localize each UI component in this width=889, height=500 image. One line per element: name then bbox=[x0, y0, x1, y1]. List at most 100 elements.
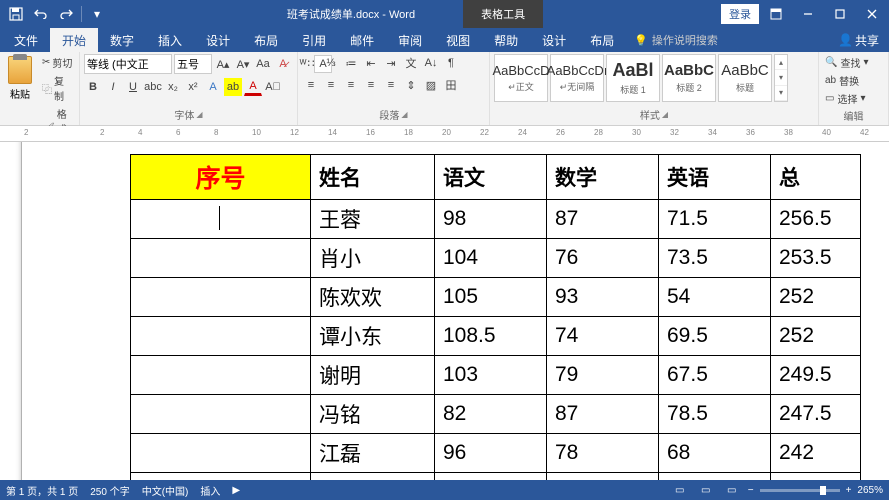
table-cell[interactable]: 陈欢欢 bbox=[311, 278, 435, 317]
customize-qat-icon[interactable]: ▾ bbox=[85, 2, 109, 26]
table-cell[interactable]: 69.5 bbox=[659, 317, 771, 356]
tab-help[interactable]: 帮助 bbox=[482, 28, 530, 52]
login-button[interactable]: 登录 bbox=[721, 4, 759, 24]
tab-file[interactable]: 文件 bbox=[2, 28, 50, 52]
zoom-slider[interactable] bbox=[760, 489, 840, 492]
zoom-level[interactable]: 265% bbox=[857, 485, 883, 496]
tab-table-layout[interactable]: 布局 bbox=[578, 28, 626, 52]
page[interactable]: 序号姓名语文数学英语总王蓉988771.5256.5肖小1047673.5253… bbox=[22, 142, 889, 480]
table-cell[interactable]: 96 bbox=[435, 434, 547, 473]
clear-format-icon[interactable]: A̷ bbox=[274, 55, 292, 73]
table-cell[interactable]: 79 bbox=[547, 356, 659, 395]
show-marks-icon[interactable]: ¶ bbox=[442, 54, 460, 72]
sort-icon[interactable]: A↓ bbox=[422, 54, 440, 72]
decrease-font-icon[interactable]: A▾ bbox=[234, 55, 252, 73]
table-cell[interactable]: 冯铭 bbox=[311, 395, 435, 434]
table-cell[interactable]: 98 bbox=[435, 200, 547, 239]
table-cell[interactable] bbox=[547, 473, 659, 481]
character-shading-icon[interactable]: A⃝ bbox=[264, 78, 282, 96]
table-cell[interactable]: 105 bbox=[435, 278, 547, 317]
table-cell[interactable]: 252 bbox=[771, 317, 861, 356]
tab-references[interactable]: 引用 bbox=[290, 28, 338, 52]
close-icon[interactable] bbox=[857, 2, 887, 26]
style-normal[interactable]: AaBbCcD↵正文 bbox=[494, 54, 548, 102]
distributed-icon[interactable]: ≡ bbox=[382, 76, 400, 94]
table-cell[interactable]: 78.5 bbox=[659, 395, 771, 434]
save-icon[interactable] bbox=[4, 2, 28, 26]
maximize-icon[interactable] bbox=[825, 2, 855, 26]
tab-mailings[interactable]: 邮件 bbox=[338, 28, 386, 52]
page-indicator[interactable]: 第 1 页，共 1 页 bbox=[6, 483, 78, 498]
table-cell[interactable] bbox=[131, 434, 311, 473]
tab-design[interactable]: 设计 bbox=[194, 28, 242, 52]
table-cell[interactable]: 78 bbox=[547, 434, 659, 473]
underline-icon[interactable]: U bbox=[124, 78, 142, 96]
table-cell[interactable]: 谢明 bbox=[311, 356, 435, 395]
borders-icon[interactable]: 田 bbox=[442, 76, 460, 94]
subscript-icon[interactable]: x₂ bbox=[164, 78, 182, 96]
shading-icon[interactable]: ▨ bbox=[422, 76, 440, 94]
table-cell[interactable]: 68 bbox=[659, 434, 771, 473]
chevron-down-icon[interactable]: ▾ bbox=[775, 70, 787, 85]
find-button[interactable]: 🔍查找▾ bbox=[823, 54, 870, 71]
select-button[interactable]: ▭选择▾ bbox=[823, 90, 870, 107]
tab-review[interactable]: 审阅 bbox=[386, 28, 434, 52]
table-cell[interactable] bbox=[131, 200, 311, 239]
table-cell[interactable]: 73.5 bbox=[659, 239, 771, 278]
table-cell[interactable]: 252 bbox=[771, 278, 861, 317]
table-cell[interactable] bbox=[131, 395, 311, 434]
font-color-icon[interactable]: A bbox=[244, 78, 262, 96]
numbering-icon[interactable]: ⅓ bbox=[322, 54, 340, 72]
align-center-icon[interactable]: ≡ bbox=[322, 76, 340, 94]
change-case-icon[interactable]: Aa bbox=[254, 55, 272, 73]
table-cell[interactable]: 87 bbox=[547, 200, 659, 239]
header-cell[interactable]: 语文 bbox=[435, 155, 547, 200]
style-no-spacing[interactable]: AaBbCcDı↵无间隔 bbox=[550, 54, 604, 102]
increase-indent-icon[interactable]: ⇥ bbox=[382, 54, 400, 72]
read-mode-icon[interactable]: ▭ bbox=[670, 482, 690, 498]
styles-launcher-icon[interactable]: ◢ bbox=[662, 110, 668, 119]
bold-icon[interactable]: B bbox=[84, 78, 102, 96]
increase-font-icon[interactable]: A▴ bbox=[214, 55, 232, 73]
header-cell[interactable]: 姓名 bbox=[311, 155, 435, 200]
table-cell[interactable]: 82 bbox=[435, 395, 547, 434]
table-cell[interactable]: 76 bbox=[547, 239, 659, 278]
strikethrough-icon[interactable]: abc bbox=[144, 78, 162, 96]
header-cell[interactable]: 总 bbox=[771, 155, 861, 200]
minimize-icon[interactable] bbox=[793, 2, 823, 26]
bullets-icon[interactable]: ∷ bbox=[302, 54, 320, 72]
table-cell[interactable] bbox=[311, 473, 435, 481]
tab-home[interactable]: 开始 bbox=[50, 28, 98, 52]
copy-button[interactable]: ⿻复制 bbox=[40, 72, 75, 104]
table-cell[interactable]: 74 bbox=[547, 317, 659, 356]
zoom-out-icon[interactable]: − bbox=[748, 485, 754, 496]
justify-icon[interactable]: ≡ bbox=[362, 76, 380, 94]
table-cell[interactable]: 247.5 bbox=[771, 395, 861, 434]
language-indicator[interactable]: 中文(中国) bbox=[142, 483, 189, 498]
cut-button[interactable]: ✂剪切 bbox=[40, 54, 75, 71]
table-cell[interactable]: 242 bbox=[771, 434, 861, 473]
table-cell[interactable]: 王蓉 bbox=[311, 200, 435, 239]
print-layout-icon[interactable]: ▭ bbox=[696, 482, 716, 498]
style-heading1[interactable]: AaBl标题 1 bbox=[606, 54, 660, 102]
zoom-in-icon[interactable]: + bbox=[846, 485, 852, 496]
table-cell[interactable]: 67.5 bbox=[659, 356, 771, 395]
tab-table-design[interactable]: 设计 bbox=[530, 28, 578, 52]
table-cell[interactable]: 87 bbox=[547, 395, 659, 434]
highlight-icon[interactable]: ab bbox=[224, 78, 242, 96]
insert-mode[interactable]: 插入 bbox=[200, 483, 220, 498]
table-cell[interactable] bbox=[771, 473, 861, 481]
decrease-indent-icon[interactable]: ⇤ bbox=[362, 54, 380, 72]
tell-me-search[interactable]: 💡 操作说明搜索 bbox=[634, 28, 718, 52]
text-effects-icon[interactable]: A bbox=[204, 78, 222, 96]
line-spacing-icon[interactable]: ⇕ bbox=[402, 76, 420, 94]
vertical-ruler[interactable] bbox=[0, 142, 22, 480]
table-cell[interactable]: 江磊 bbox=[311, 434, 435, 473]
paste-button[interactable]: 粘贴 bbox=[4, 54, 36, 103]
gallery-expand-icon[interactable]: ▾ bbox=[775, 86, 787, 101]
table-cell[interactable]: 104 bbox=[435, 239, 547, 278]
word-count[interactable]: 250 个字 bbox=[90, 483, 129, 498]
table-cell[interactable]: 108.5 bbox=[435, 317, 547, 356]
font-size-select[interactable] bbox=[174, 54, 212, 74]
style-title[interactable]: AaBbC标题 bbox=[718, 54, 772, 102]
